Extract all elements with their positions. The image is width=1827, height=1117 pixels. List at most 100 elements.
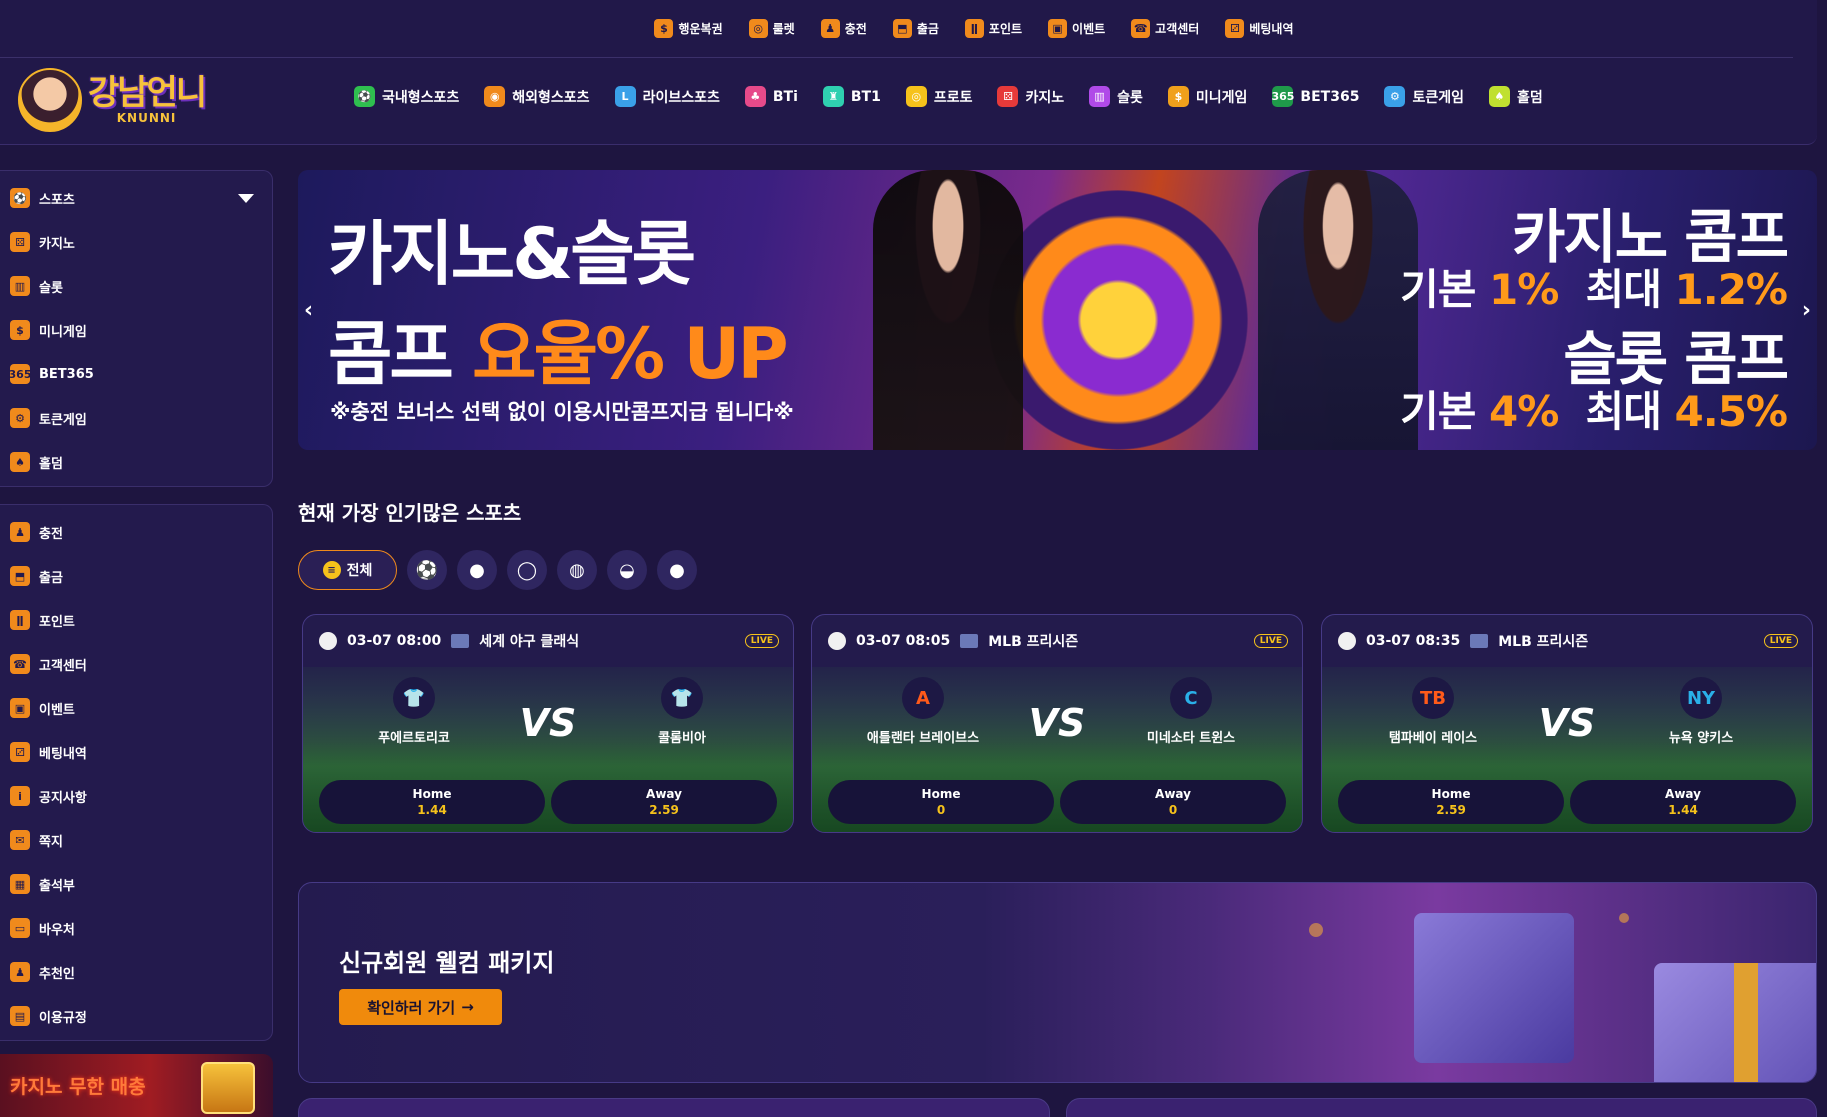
banner-next-arrow-icon[interactable]: › [1802,298,1811,323]
top-nav-item[interactable]: ⚂ 베팅내역 [1225,19,1294,38]
away-odds-button[interactable]: Away 0 [1060,780,1286,824]
main-nav-label: BT1 [850,88,881,105]
main-nav-item[interactable]: ▥ 슬롯 [1089,86,1143,107]
banner-casino-rate: 기본 1% 최대 1.2% [1400,265,1788,314]
odds-value: 0 [936,803,946,817]
match-card[interactable]: 03-07 08:05 MLB 프리시즌 LIVE A 애틀랜타 브레이브스 C 미네소타 … [811,614,1303,833]
sport-filter-button[interactable]: ● [457,550,497,590]
sidebar-item[interactable]: ▦ 출석부 [10,874,260,894]
sidebar-item[interactable]: ▤ 이용규정 [10,1006,260,1026]
sidebar-item[interactable]: ▥ 슬롯 [10,276,260,296]
filter-all-button[interactable]: ≡ 전체 [298,550,397,590]
bottom-card-right[interactable] [1066,1098,1817,1117]
top-nav-item[interactable]: ☎ 고객센터 [1131,19,1199,38]
sidebar-item[interactable]: ✉ 쪽지 [10,830,260,850]
match-header: 03-07 08:35 MLB 프리시즌 LIVE [1338,631,1798,651]
banner-prev-arrow-icon[interactable]: ‹ [304,298,313,323]
sidebar-item[interactable]: ǁ 포인트 [10,610,260,630]
sidebar-item-label: 토큰게임 [39,412,87,428]
sport-icon: ◯ [516,559,538,581]
match-card[interactable]: 03-07 08:00 세계 야구 클래식 LIVE 👕 푸에르토리코 👕 콜롬비아 VS Ho… [302,614,794,833]
slot-machine-icon [201,1062,255,1114]
sidebar-item[interactable]: ⚂ 베팅내역 [10,742,260,762]
sidebar-icon: ♠ [10,452,30,472]
sidebar-item[interactable]: ⬒ 출금 [10,566,260,586]
sidebar-item[interactable]: ⚙ 토큰게임 [10,408,260,428]
sidebar-item[interactable]: i 공지사항 [10,786,260,806]
match-time: 03-07 08:05 [856,633,951,649]
sidebar-item-label: 스포츠 [39,192,75,208]
sidebar-item[interactable]: ▭ 바우처 [10,918,260,938]
home-odds-button[interactable]: Home 2.59 [1338,780,1564,824]
top-nav-icon: ⬒ [892,19,912,38]
main-nav-label: 미니게임 [1195,89,1248,106]
sidebar-icon: ▣ [10,698,30,718]
odds-label: Away [1155,787,1191,801]
top-nav-item[interactable]: ǁ 포인트 [964,19,1022,38]
sport-filter-button[interactable]: ⚽ [407,550,447,590]
match-card[interactable]: 03-07 08:35 MLB 프리시즌 LIVE TB 탬파베이 레이스 NY 뉴욕 양키… [1321,614,1813,833]
main-nav-icon: ♜ [822,86,844,107]
home-odds-button[interactable]: Home 1.44 [319,780,545,824]
logo[interactable]: 강남언니 KNUNNI [18,68,207,132]
top-nav-item[interactable]: ⬒ 출금 [892,19,939,38]
main-nav-item[interactable]: ♣ BTi [744,86,798,107]
main-nav-item[interactable]: ◎ 프로토 [905,86,972,107]
main-nav-item[interactable]: ⚽ 국내형스포츠 [354,86,459,107]
top-nav-label: 베팅내역 [1249,22,1294,36]
sidebar-item[interactable]: ▣ 이벤트 [10,698,260,718]
sidebar-icon: ▥ [10,276,30,296]
main-nav-item[interactable]: ♠ 홀덤 [1488,86,1543,107]
away-odds-button[interactable]: Away 2.59 [551,780,777,824]
sidebar-item[interactable]: ☎ 고객센터 [10,654,260,674]
match-league: MLB 프리시즌 [988,634,1079,650]
welcome-package-banner[interactable]: 신규회원 웰컴 패키지 확인하러 가기 → [298,882,1817,1083]
top-nav-item[interactable]: ▣ 이벤트 [1048,19,1105,38]
main-nav-item[interactable]: ⚄ 카지노 [997,86,1064,107]
sidebar-item[interactable]: ⚄ 카지노 [10,232,260,252]
sport-filter-button[interactable]: ◒ [607,550,647,590]
main-nav-item[interactable]: 365 BET365 [1271,86,1359,107]
arrow-right-icon: → [461,998,474,1016]
live-badge: LIVE [744,634,779,648]
sidebar-item[interactable]: ⚽ 스포츠 [10,188,260,208]
match-time: 03-07 08:00 [347,633,442,649]
sidebar-icon: ⚄ [10,232,30,252]
main-nav: ⚽ 국내형스포츠 ◉ 해외형스포츠 L 라이브스포츠 ♣ BTi ♜ BT1 ◎ 프로토 ⚄ 카지노 ▥ 슬롯… [354,86,1543,107]
sport-filter-button[interactable]: ● [657,550,697,590]
match-league: MLB 프리시즌 [1498,634,1589,650]
sidebar-promo-banner[interactable]: 카지노 무한 매충 [0,1054,273,1117]
sidebar-item[interactable]: 365 BET365 [9,364,260,384]
main-nav-icon: ◉ [484,86,506,107]
chevron-down-icon[interactable] [238,193,254,203]
bottom-card-left[interactable] [298,1098,1050,1117]
top-nav-item[interactable]: ◎ 룰렛 [748,19,795,38]
sidebar-item[interactable]: ♟ 추천인 [10,962,260,982]
filter-all-label: 전체 [346,563,373,579]
match-header: 03-07 08:05 MLB 프리시즌 LIVE [828,631,1288,651]
sport-filter-button[interactable]: ◯ [507,550,547,590]
home-odds-button[interactable]: Home 0 [828,780,1054,824]
main-nav-icon: $ [1167,86,1189,107]
away-odds-button[interactable]: Away 1.44 [1570,780,1796,824]
top-nav-item[interactable]: $ 행운복권 [654,19,723,38]
welcome-check-button[interactable]: 확인하러 가기 → [339,989,502,1025]
sidebar-item[interactable]: ♟ 충전 [10,522,260,542]
sport-filter-button[interactable]: ◍ [557,550,597,590]
match-time: 03-07 08:35 [1366,633,1461,649]
main-nav-icon: ▥ [1089,86,1111,107]
sidebar-item-label: 충전 [39,526,63,542]
sidebar-item[interactable]: $ 미니게임 [10,320,260,340]
main-nav-icon: ♠ [1488,86,1510,107]
main-nav-item[interactable]: ⚙ 토큰게임 [1384,86,1464,107]
main-nav-item[interactable]: L 라이브스포츠 [614,86,720,107]
main-nav-item[interactable]: ♜ BT1 [822,86,881,107]
sidebar-item[interactable]: ♠ 홀덤 [10,452,260,472]
main-nav-item[interactable]: ◉ 해외형스포츠 [484,86,590,107]
sport-icon: ⚽ [415,559,439,581]
match-league: 세계 야구 클래식 [479,634,580,650]
promo-banner[interactable]: 카지노&슬롯 콤프 요율% UP ※충전 보너스 선택 없이 이용시만콤프지급 … [298,170,1817,450]
main-nav-item[interactable]: $ 미니게임 [1167,86,1248,107]
sidebar-icon: 365 [9,364,31,384]
top-nav-item[interactable]: ♟ 충전 [820,19,867,38]
